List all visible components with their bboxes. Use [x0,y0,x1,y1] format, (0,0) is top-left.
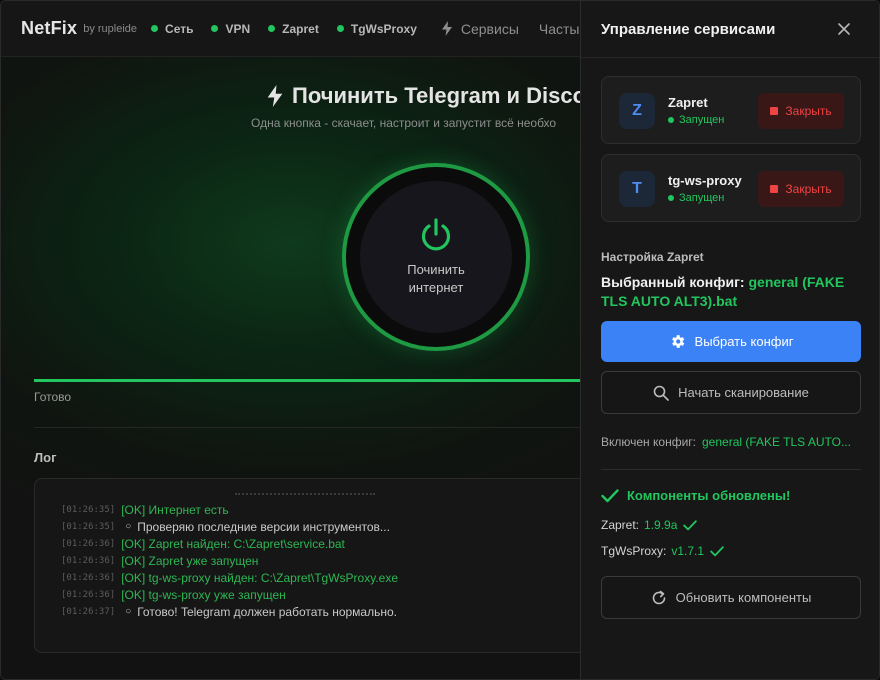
log-message: [OK] Zapret найден: C:\Zapret\service.ba… [121,536,345,551]
log-box[interactable]: [01:26:35] [OK] Интернет есть [01:26:35] ○ П… [34,478,594,653]
divider [34,427,594,428]
log-line: [01:26:36] [OK] tg-ws-proxy уже запущен [61,586,398,603]
service-card-tg-ws-proxy: T tg-ws-proxy Запущен Закрыть [601,154,861,222]
log-timestamp: [01:26:36] [61,589,116,600]
log-line: [01:26:35] ○ Проверяю последние версии инс… [61,518,398,535]
bullet-icon: ○ [125,521,132,532]
log-line: [01:26:37] ○ Готово! Telegram должен работ… [61,603,398,620]
app-brand: NetFix [21,18,78,38]
status-dot [668,195,674,201]
log-message: [OK] Интернет есть [121,502,229,517]
service-name: Zapret [668,95,708,110]
enabled-config: Включен конфиг: general (FAKE TLS AUTO... [601,435,851,449]
log-timestamp: [01:26:35] [61,521,116,532]
gear-icon [671,335,684,348]
nav-services[interactable]: Сервисы [441,21,519,37]
status-network: Сеть [151,22,193,36]
status-dot [336,25,344,32]
service-avatar: Z [619,93,655,129]
log-timestamp: [01:26:35] [61,504,116,515]
status-dot [151,25,159,32]
log-line: [01:26:36] [OK] Zapret уже запущен [61,552,398,569]
panel-title: Управление сервисами [601,21,776,38]
services-panel: Управление сервисами Z Zapret Запущен За… [580,1,879,679]
update-components-button[interactable]: Обновить компоненты [601,576,861,619]
version-tgwsproxy: TgWsProxy: v1.7.1 [601,544,724,558]
log-message: [OK] tg-ws-proxy уже запущен [121,587,286,602]
status-dot [668,117,674,123]
zapret-config-heading: Настройка Zapret [601,250,704,264]
components-updated-title: Компоненты обновлены! [601,488,790,503]
divider [601,469,861,470]
log-timestamp: [01:26:36] [61,555,116,566]
lightning-icon [267,85,283,107]
progress-fill [34,379,594,382]
status-zapret: Zapret [268,22,319,36]
stop-zapret-button[interactable]: Закрыть [758,93,844,129]
fix-internet-label: Починить интернет [407,262,465,295]
log-timestamp: [01:26:36] [61,538,116,549]
close-icon [838,23,850,35]
hero-subtitle: Одна кнопка - скачает, настроит и запуст… [251,116,557,130]
power-icon [421,218,451,251]
log-line: [01:26:35] [OK] Интернет есть [61,501,398,518]
fix-internet-button-face: Починить интернет [360,181,512,333]
log-timestamp: [01:26:36] [61,572,116,583]
selected-config-label: Выбранный конфиг: [601,274,745,290]
choose-config-button[interactable]: Выбрать конфиг [601,321,861,362]
status-vpn: VPN [211,22,250,36]
refresh-icon [652,590,665,604]
checkmark-icon [601,488,619,502]
progress-status: Готово [34,390,72,404]
hero-title: Починить Telegram и Disco [266,83,586,109]
search-icon [653,385,669,401]
log-timestamp: [01:26:37] [61,606,116,617]
status-dot [211,25,219,32]
service-avatar: T [619,171,655,207]
service-status: Запущен [668,192,724,204]
app-author: by rupleide [83,22,138,35]
log-scroll-indicator [235,493,375,496]
status-tgwsproxy: TgWsProxy [336,22,417,36]
start-scan-button[interactable]: Начать сканирование [601,371,861,414]
log-message: [OK] tg-ws-proxy найден: C:\Zapret\TgWsP… [121,570,398,585]
close-panel-button[interactable] [833,18,855,40]
enabled-config-value: general (FAKE TLS AUTO... [702,435,851,449]
log-message: Проверяю последние версии инструментов..… [137,519,390,534]
progress-bar [34,379,594,382]
service-name: tg-ws-proxy [668,173,742,188]
enabled-config-label: Включен конфиг: [601,435,696,449]
version-zapret: Zapret: 1.9.9a [601,518,698,532]
app-window: NetFix by rupleide Сеть VPN Zapret TgWsP… [0,0,880,680]
selected-config: Выбранный конфиг: general (FAKE TLS AUTO… [601,273,861,311]
bullet-icon: ○ [125,606,132,617]
checkmark-icon [710,545,724,556]
fix-internet-button[interactable]: Починить интернет [342,163,530,351]
log-line: [01:26:36] [OK] tg-ws-proxy найден: C:\Za… [61,569,398,586]
stop-icon [770,185,779,193]
service-card-zapret: Z Zapret Запущен Закрыть [601,76,861,144]
service-status: Запущен [668,114,724,126]
status-dot [268,25,276,32]
log-title: Лог [34,450,57,465]
log-line: [01:26:36] [OK] Zapret найден: C:\Zapret\… [61,535,398,552]
stop-icon [770,107,779,115]
log-message: Готово! Telegram должен работать нормаль… [137,604,397,619]
log-lines: [01:26:35] [OK] Интернет есть [01:26:35] ○ П… [61,501,398,620]
lightning-icon [441,21,452,36]
log-message: [OK] Zapret уже запущен [121,553,259,568]
panel-divider [581,57,879,58]
checkmark-icon [683,519,698,530]
stop-tg-ws-proxy-button[interactable]: Закрыть [758,171,844,207]
